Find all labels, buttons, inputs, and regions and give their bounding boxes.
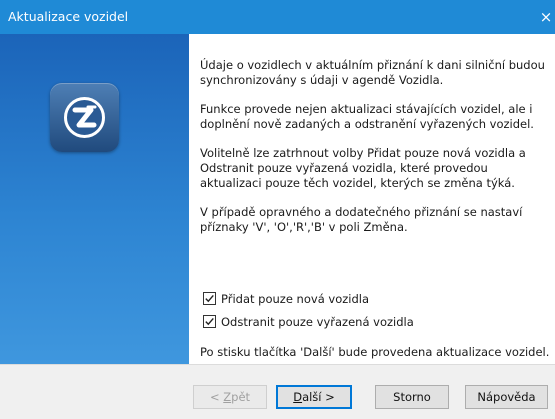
help-button[interactable]: Nápověda	[465, 385, 548, 409]
remove-retired-only-label: Odstranit pouze vyřazená vozidla	[221, 314, 414, 329]
add-new-only-checkbox[interactable]	[203, 292, 216, 305]
title-bar: Aktualizace vozidel ×	[0, 0, 555, 34]
cancel-button[interactable]: Storno	[375, 385, 449, 409]
info-paragraph: Volitelně lze zatrhnout volby Přidat pou…	[200, 146, 526, 190]
close-icon[interactable]: ×	[537, 0, 555, 34]
info-paragraph: Údaje o vozidlech v aktuálním přiznání k…	[200, 58, 545, 87]
add-new-only-label: Přidat pouze nová vozidla	[221, 291, 370, 306]
next-button[interactable]: Další >	[276, 385, 352, 409]
footnote-text: Po stisku tlačítka 'Další' bude proveden…	[200, 345, 550, 359]
info-paragraph: Funkce provede nejen aktualizaci stávají…	[200, 102, 534, 131]
add-new-only-option[interactable]: Přidat pouze nová vozidla	[203, 290, 414, 307]
wizard-side-panel	[0, 34, 189, 364]
button-bar: < Zpět Další > Storno Nápověda	[0, 364, 555, 419]
back-button[interactable]: < Zpět	[193, 385, 267, 409]
checkmark-icon	[205, 317, 214, 326]
window-title: Aktualizace vozidel	[8, 9, 129, 24]
checkmark-icon	[205, 294, 214, 303]
remove-retired-only-option[interactable]: Odstranit pouze vyřazená vozidla	[203, 313, 414, 330]
options-group: Přidat pouze nová vozidla Odstranit pouz…	[203, 290, 414, 336]
remove-retired-only-checkbox[interactable]	[203, 315, 216, 328]
info-paragraph: V případě opravného a dodatečného přizná…	[200, 205, 523, 234]
app-logo-icon	[50, 83, 119, 152]
wizard-content: Údaje o vozidlech v aktuálním přiznání k…	[200, 58, 545, 249]
